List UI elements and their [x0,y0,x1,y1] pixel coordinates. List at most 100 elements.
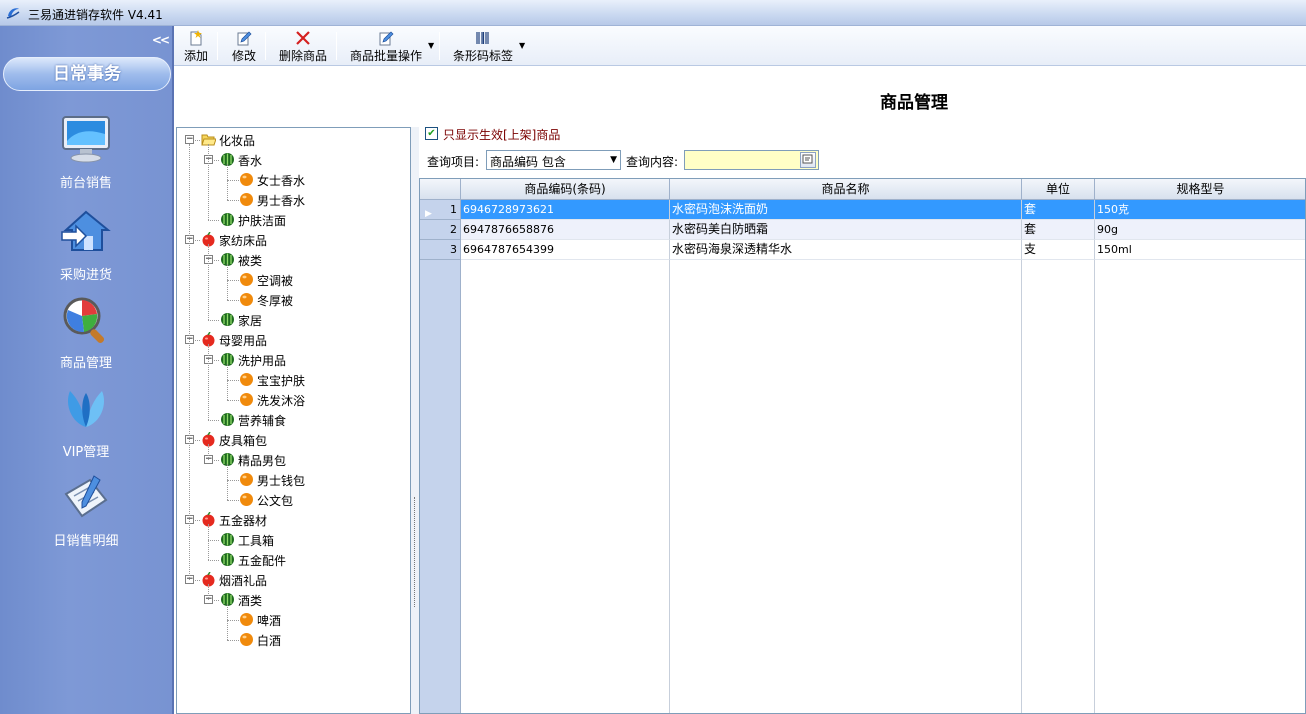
barcode-label-button[interactable]: 条形码标签 [452,28,514,64]
barcode-dropdown-icon[interactable]: ▼ [519,41,525,50]
tree-collapse-toggle[interactable]: − [185,135,194,144]
tree-connector [208,524,209,560]
page-title: 商品管理 [880,93,948,113]
tree-node[interactable]: − 烟酒礼品 [177,570,407,590]
tree-node[interactable]: − 精品男包 [177,450,407,470]
nav-item-daily-sales-detail[interactable]: 日销售明细 [0,472,172,549]
table-row[interactable]: 3 6964787654399 水密码海泉深透精华水支 150ml [420,240,1305,260]
cell-spec[interactable]: 150克 [1095,200,1305,220]
nav-item-purchase[interactable]: 采购进货 [0,206,172,283]
query-content-input[interactable] [684,150,819,170]
batch-operation-button[interactable]: 商品批量操作 [348,28,424,64]
splitter-handle[interactable] [411,127,419,714]
query-item-select[interactable]: 商品编码 包含 ▼ [486,150,621,170]
grid-corner-header [420,179,461,200]
edit-label: 修改 [231,49,256,63]
tree-connector [227,604,228,640]
tree-node-label: 被类 [238,254,263,268]
tree-node[interactable]: 家居 [177,310,407,330]
tree-connector [208,420,219,421]
cell-unit[interactable]: 套 [1022,200,1095,220]
tree-node[interactable]: 空调被 [177,270,407,290]
tree-node[interactable]: 五金配件 [177,550,407,570]
tree-connector [227,280,239,281]
tree-node[interactable]: 洗发沐浴 [177,390,407,410]
tree-node[interactable]: 啤酒 [177,610,407,630]
tree-node-label: 洗发沐浴 [257,394,306,408]
add-button[interactable]: 添加 [180,28,212,64]
batch-edit-icon [379,31,394,46]
tree-node[interactable]: − 五金器材 [177,510,407,530]
edit-icon [237,31,252,46]
tree-node[interactable]: 男士香水 [177,190,407,210]
cell-name[interactable]: 水密码泡沫洗面奶 [670,200,1022,220]
tree-node[interactable]: 公文包 [177,490,407,510]
column-header-code[interactable]: 商品编码(条码) [461,179,670,200]
tree-node[interactable]: − 被类 [177,250,407,270]
nav-item-product-management[interactable]: 商品管理 [0,294,172,371]
tree-node[interactable]: 冬厚被 [177,290,407,310]
tree-node[interactable]: 护肤洁面 [177,210,407,230]
tree-node-label: 酒类 [238,594,263,608]
row-indicator[interactable]: ▶ 1 [420,200,461,220]
cell-code[interactable]: 6964787654399 [461,240,670,260]
orange-category-icon [240,193,253,206]
nav-item-label: 商品管理 [59,356,112,371]
column-divider [1094,200,1095,713]
cell-spec[interactable]: 90g [1095,220,1305,240]
column-header-spec[interactable]: 规格型号 [1095,179,1305,200]
edit-button[interactable]: 修改 [228,28,260,64]
row-indicator[interactable]: 3 [420,240,461,260]
tree-node[interactable]: − 皮具箱包 [177,430,407,450]
column-header-unit[interactable]: 单位 [1022,179,1095,200]
nav-item-vip-management[interactable]: VIP管理 [0,383,172,460]
tree-node[interactable]: − 酒类 [177,590,407,610]
cell-code[interactable]: 6946728973621 [461,200,670,220]
barcode-label: 条形码标签 [452,49,513,63]
tree-connector [227,364,228,400]
nav-section-header[interactable]: 日常事务 [3,57,171,91]
tree-node[interactable]: − 香水 [177,150,407,170]
delete-product-button[interactable]: 删除商品 [276,28,330,64]
tree-node[interactable]: 营养辅食 [177,410,407,430]
cell-unit[interactable]: 套 [1022,220,1095,240]
tree-node-label: 香水 [238,154,263,168]
cell-unit[interactable]: 支 [1022,240,1095,260]
search-icon [802,154,813,164]
cell-spec[interactable]: 150ml [1095,240,1305,260]
row-number: 1 [450,203,457,216]
tree-node[interactable]: 男士钱包 [177,470,407,490]
tree-node[interactable]: − 家纺床品 [177,230,407,250]
cell-name[interactable]: 水密码海泉深透精华水 [670,240,1022,260]
tree-node[interactable]: − 化妆品 [177,130,407,150]
tree-node[interactable]: 白酒 [177,630,407,650]
search-button[interactable] [800,152,816,168]
tree-node-label: 护肤洁面 [238,214,287,228]
row-indicator-column [420,200,461,713]
add-label: 添加 [183,49,208,63]
tree-connector [208,560,219,561]
tree-node[interactable]: 女士香水 [177,170,407,190]
column-divider [1021,200,1022,713]
tree-node-label: 啤酒 [257,614,282,628]
tree-node[interactable]: − 洗护用品 [177,350,407,370]
only-active-checkbox[interactable]: ✔ [425,127,438,140]
nav-item-label: VIP管理 [62,445,110,460]
tree-node[interactable]: 宝宝护肤 [177,370,407,390]
tree-connector [208,444,209,460]
nav-item-front-sales[interactable]: 前台销售 [0,114,172,191]
orange-category-icon [240,393,253,406]
column-header-name[interactable]: 商品名称 [670,179,1022,200]
tree-node-label: 五金器材 [219,514,268,528]
tree-connector [208,540,219,541]
tree-connector [208,244,209,320]
table-row[interactable]: 2 6947876658876 水密码美白防晒霜套 90g [420,220,1305,240]
row-indicator[interactable]: 2 [420,220,461,240]
cell-code[interactable]: 6947876658876 [461,220,670,240]
collapse-nav-button[interactable]: << [152,33,170,47]
tree-node[interactable]: − 母婴用品 [177,330,407,350]
tree-node[interactable]: 工具箱 [177,530,407,550]
cell-name[interactable]: 水密码美白防晒霜 [670,220,1022,240]
table-row[interactable]: ▶ 1 6946728973621 水密码泡沫洗面奶套 150克 [420,200,1305,220]
batch-dropdown-icon[interactable]: ▼ [428,41,434,50]
